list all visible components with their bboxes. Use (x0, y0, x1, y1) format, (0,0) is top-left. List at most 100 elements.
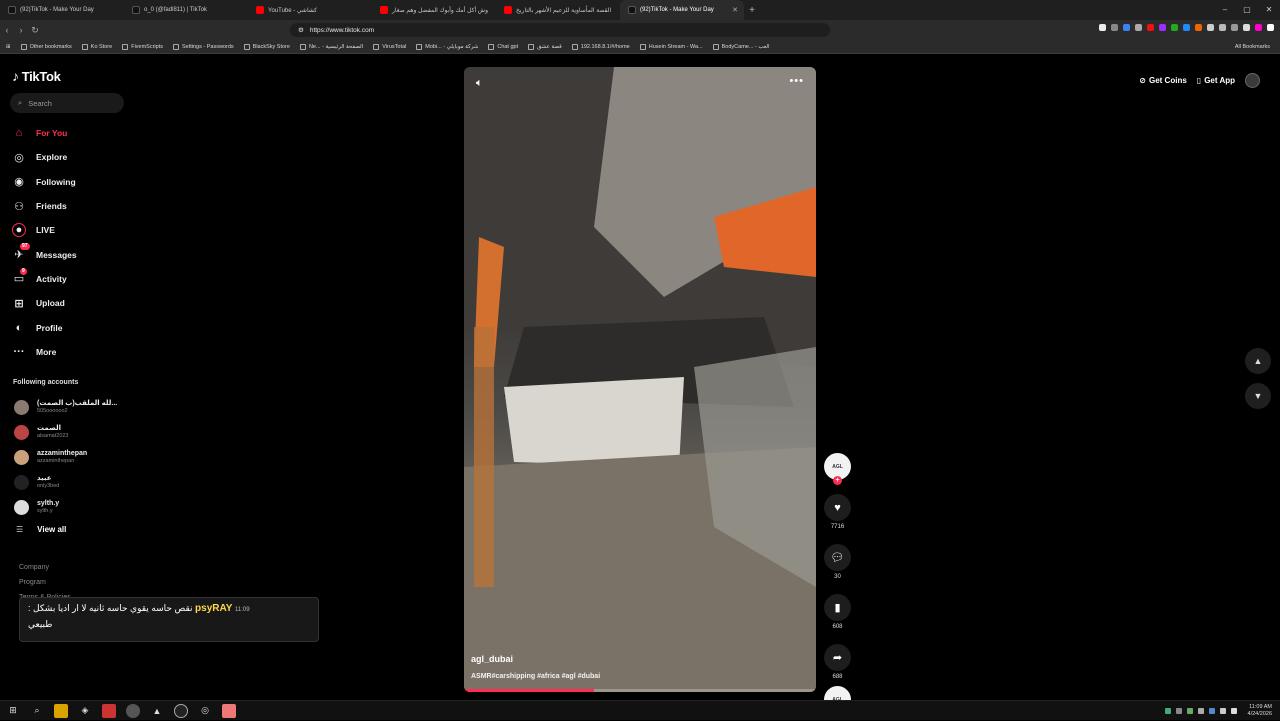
obs-icon[interactable]: ◎ (198, 704, 212, 718)
apps-icon[interactable]: ⊞ (6, 44, 11, 50)
following-account[interactable]: الصمت alsamat2023 (14, 420, 144, 445)
reload-icon[interactable]: ↻ (28, 25, 42, 36)
user-avatar[interactable] (1245, 73, 1260, 88)
previous-video-button[interactable]: ▲ (1245, 348, 1271, 374)
browser-tab[interactable]: وش أكل أمك وأبوك المفضل وهم صغار (372, 0, 496, 20)
close-icon[interactable]: ✕ (1258, 0, 1280, 20)
video-author[interactable]: agl_dubai (471, 654, 513, 664)
extension-icon[interactable] (1243, 24, 1250, 31)
tray-icon[interactable] (1208, 708, 1215, 714)
search-input[interactable]: ⌕ Search (10, 93, 124, 113)
extension-icon[interactable] (1171, 24, 1178, 31)
chrome-icon[interactable] (174, 703, 188, 718)
tray-icon[interactable] (1175, 708, 1182, 714)
footer-link-company[interactable]: Company (19, 560, 71, 575)
tray-icon[interactable] (1197, 708, 1204, 714)
video-progress-bar[interactable] (464, 689, 816, 692)
address-bar[interactable]: ⚙ https://www.tiktok.com (290, 23, 830, 37)
sidebar-item-activity[interactable]: ▭ Activity 9 (12, 267, 152, 291)
following-account[interactable]: sylth.y sylth.y (14, 495, 144, 520)
bookmark-item[interactable]: VirusTotal (373, 43, 406, 50)
profile-avatar-icon[interactable] (1267, 24, 1274, 31)
bookmark-item[interactable]: قصة عشق (528, 43, 562, 50)
get-app-button[interactable]: ▯ Get App (1197, 76, 1235, 85)
tray-icon[interactable] (1164, 708, 1171, 714)
extension-icon[interactable] (1135, 24, 1142, 31)
follow-plus-icon[interactable]: + (833, 476, 842, 485)
next-video-button[interactable]: ▼ (1245, 383, 1271, 409)
site-info-icon[interactable]: ⚙ (298, 26, 304, 34)
volume-icon[interactable] (1230, 708, 1237, 714)
following-account[interactable]: azzaminthepan azzaminthepan (14, 445, 144, 470)
clock[interactable]: 11:09 AM 4/24/2026 (1248, 704, 1272, 718)
bookmark-item[interactable]: Settings - Passwords (172, 43, 234, 50)
search-icon[interactable]: ⌕ (30, 704, 44, 718)
save-button[interactable]: ▮ (824, 594, 851, 621)
app-icon[interactable] (102, 703, 116, 718)
steam-icon[interactable]: ◈ (78, 704, 92, 718)
wifi-icon[interactable] (1219, 708, 1226, 714)
browser-tab[interactable]: o_0 (@fadl811) | TikTok (124, 0, 248, 20)
sidebar-item-explore[interactable]: ◎ Explore (12, 145, 152, 169)
sidebar-item-profile[interactable]: ◐ Profile (12, 315, 152, 339)
browser-tab[interactable]: (92)TikTok - Make Your Day ✕ (620, 0, 744, 20)
extension-icon[interactable] (1099, 24, 1106, 31)
following-account[interactable]: عبيد only3bed (14, 470, 144, 495)
bookmark-item[interactable]: FivemScripts (122, 43, 163, 50)
extension-icon[interactable] (1207, 24, 1214, 31)
bookmark-item[interactable]: BodyCame... - العب (712, 43, 770, 50)
view-all-button[interactable]: ☰ View all (16, 525, 66, 534)
browser-tab[interactable]: (92)TikTok - Make Your Day (0, 0, 124, 20)
forward-icon[interactable]: › (14, 25, 28, 35)
app-icon[interactable]: ▲ (150, 704, 164, 718)
extension-icon[interactable] (1219, 24, 1226, 31)
file-explorer-icon[interactable] (54, 703, 68, 718)
maximize-icon[interactable]: ▢ (1236, 0, 1258, 20)
bookmark-item[interactable]: Other bookmarks (20, 43, 72, 50)
tiktok-logo[interactable]: ♪ TikTok (12, 68, 61, 84)
windows-start-icon[interactable]: ⊞ (6, 704, 20, 718)
sidebar-item-following[interactable]: ◉ Following (12, 170, 152, 194)
browser-tab[interactable]: القصة المأساوية للزعيم الأشهر بالتاريخ (496, 0, 620, 20)
video-player[interactable]: 🔈︎ ••• agl_dubai ASMR#carshipping #afric… (464, 67, 816, 692)
extension-icon[interactable] (1111, 24, 1118, 31)
following-account[interactable]: لله الملقب(ب الصمت)... 505oooooo2 (14, 395, 144, 420)
close-tab-icon[interactable]: ✕ (732, 6, 738, 14)
extension-icon[interactable] (1147, 24, 1154, 31)
new-tab-icon[interactable]: + (744, 5, 760, 16)
bookmark-item[interactable]: 192.168.8.1/#/home (571, 43, 630, 50)
more-options-icon[interactable]: ••• (789, 75, 804, 87)
footer-link-program[interactable]: Program (19, 575, 71, 590)
bookmark-item[interactable]: Chat gpt (488, 43, 518, 50)
app-icon[interactable] (222, 703, 236, 718)
bookmark-item[interactable]: Husein Stream - Wa... (639, 43, 703, 50)
extension-icon[interactable] (1255, 24, 1262, 31)
sidebar-item-friends[interactable]: ⚇ Friends (12, 194, 152, 218)
all-bookmarks-button[interactable]: All Bookmarks (1235, 40, 1270, 53)
share-button[interactable]: ➦ (824, 644, 851, 671)
tray-icon[interactable] (1186, 708, 1193, 714)
extension-icon[interactable] (1231, 24, 1238, 31)
app-icon[interactable] (126, 703, 140, 718)
volume-icon[interactable]: 🔈︎ (476, 77, 483, 90)
sidebar-item-upload[interactable]: ⊞ Upload (12, 291, 152, 315)
back-icon[interactable]: ‹ (0, 25, 14, 35)
like-button[interactable]: ♥ (824, 494, 851, 521)
extension-icon[interactable] (1123, 24, 1130, 31)
extension-icon[interactable] (1183, 24, 1190, 31)
minimize-icon[interactable]: – (1214, 0, 1236, 20)
extension-icon[interactable] (1159, 24, 1166, 31)
creator-avatar[interactable]: AGL + (824, 453, 851, 485)
bookmark-item[interactable]: Ko Store (81, 43, 112, 50)
browser-tab[interactable]: YouTube - كشاشي (248, 0, 372, 20)
get-coins-button[interactable]: ⊘ Get Coins (1139, 76, 1186, 85)
bookmark-item[interactable]: Mobi... - شركة موبايلي (416, 43, 478, 50)
sidebar-item-more[interactable]: ··· More (12, 340, 152, 364)
sidebar-item-for-you[interactable]: ⌂ For You (12, 121, 152, 145)
comment-button[interactable]: 💬︎ (824, 544, 851, 571)
sidebar-item-messages[interactable]: ✈ Messages 97 (12, 242, 152, 266)
bookmark-item[interactable]: BlackSky Store (243, 43, 290, 50)
bookmark-item[interactable]: Ne... - الصفحة الرئيسية (299, 43, 363, 50)
sidebar-item-live[interactable]: ● LIVE (12, 218, 152, 242)
extension-icon[interactable] (1195, 24, 1202, 31)
